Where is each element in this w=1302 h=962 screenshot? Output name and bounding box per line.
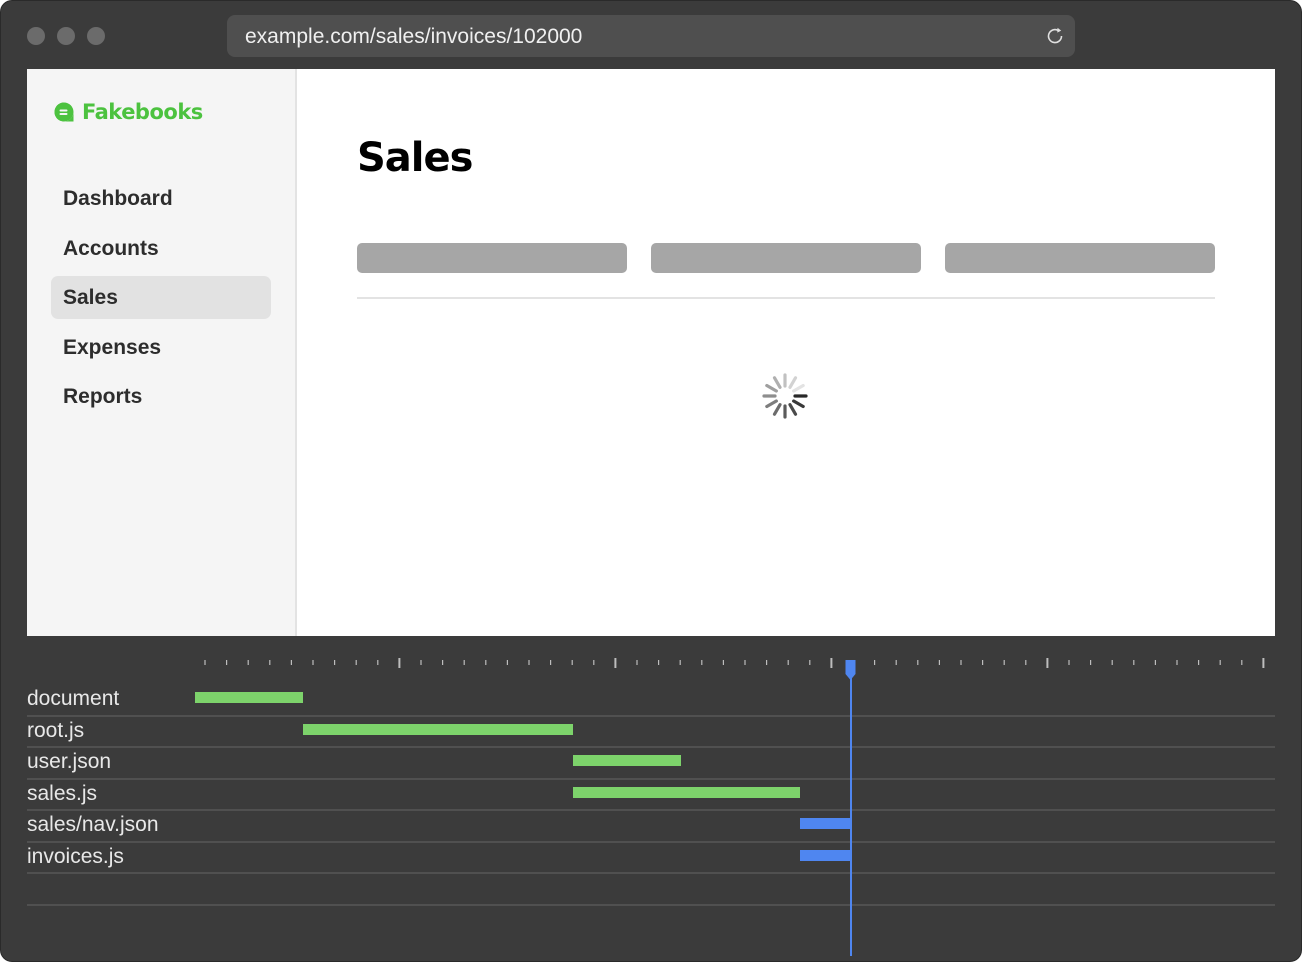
- request-timing-bar: [195, 692, 303, 703]
- skeleton-tab: [945, 243, 1215, 273]
- minimize-window-button[interactable]: [57, 27, 75, 45]
- spinner-spoke: [788, 376, 798, 389]
- spinner-spoke: [772, 376, 782, 389]
- request-name: sales/nav.json: [27, 813, 159, 836]
- empty-row: [27, 874, 1275, 906]
- spinner-spoke: [772, 403, 782, 416]
- request-row[interactable]: root.js: [27, 717, 1275, 748]
- spinner-spoke: [765, 399, 778, 409]
- fakebooks-logo-icon: [54, 102, 74, 122]
- request-timing-bar: [799, 849, 851, 861]
- request-timing-bar: [573, 755, 681, 766]
- reload-icon[interactable]: [1045, 26, 1065, 46]
- request-name: root.js: [27, 718, 85, 742]
- request-row[interactable]: document: [27, 685, 1275, 717]
- page-title: Sales: [357, 135, 473, 181]
- loading-spinner-icon: [762, 373, 808, 419]
- request-timing-bar: [303, 723, 573, 735]
- request-name: document: [27, 687, 120, 710]
- request-name: user.json: [27, 750, 112, 773]
- request-row[interactable]: user.json: [27, 748, 1275, 780]
- sidebar-item-sales[interactable]: Sales: [51, 276, 271, 319]
- playhead-handle[interactable]: [844, 660, 857, 680]
- request-name: invoices.js: [27, 844, 124, 868]
- skeleton-tab: [357, 243, 627, 273]
- skeleton-tab: [651, 243, 921, 273]
- sidebar-nav: Dashboard Accounts Sales Expenses Report…: [51, 177, 271, 425]
- request-row[interactable]: sales/nav.json: [27, 811, 1275, 843]
- browser-window: example.com/sales/invoices/102000 Fakebo…: [0, 0, 1302, 962]
- request-timing-bar: [573, 786, 800, 798]
- sidebar-item-reports[interactable]: Reports: [51, 375, 271, 418]
- network-waterfall-panel: document root.js user.json sales.js sales/na…: [27, 636, 1275, 961]
- sidebar-item-dashboard[interactable]: Dashboard: [51, 177, 271, 220]
- playhead-line: [849, 666, 852, 956]
- request-name: sales.js: [27, 781, 98, 805]
- logo[interactable]: Fakebooks: [53, 100, 203, 124]
- spinner-spoke: [788, 403, 798, 416]
- logo-text: Fakebooks: [82, 100, 203, 124]
- main-content: Sales: [297, 69, 1275, 636]
- close-window-button[interactable]: [27, 27, 45, 45]
- timeline-ruler[interactable]: [27, 654, 1275, 674]
- spinner-spoke: [792, 399, 805, 409]
- sidebar-item-expenses[interactable]: Expenses: [51, 326, 271, 369]
- url-text[interactable]: example.com/sales/invoices/102000: [245, 25, 582, 49]
- page-viewport: Fakebooks Dashboard Accounts Sales Expen…: [27, 69, 1275, 636]
- request-row[interactable]: invoices.js: [27, 843, 1275, 874]
- request-list: document root.js user.json sales.js sales/na…: [27, 685, 1275, 906]
- request-timing-bar: [799, 818, 851, 829]
- request-row[interactable]: sales.js: [27, 780, 1275, 811]
- spinner-spoke: [792, 383, 805, 393]
- sidebar-item-accounts[interactable]: Accounts: [51, 227, 271, 270]
- divider: [357, 297, 1215, 299]
- address-bar[interactable]: example.com/sales/invoices/102000: [227, 15, 1075, 57]
- sidebar: Fakebooks Dashboard Accounts Sales Expen…: [27, 69, 297, 636]
- maximize-window-button[interactable]: [87, 27, 105, 45]
- spinner-spoke: [765, 383, 778, 393]
